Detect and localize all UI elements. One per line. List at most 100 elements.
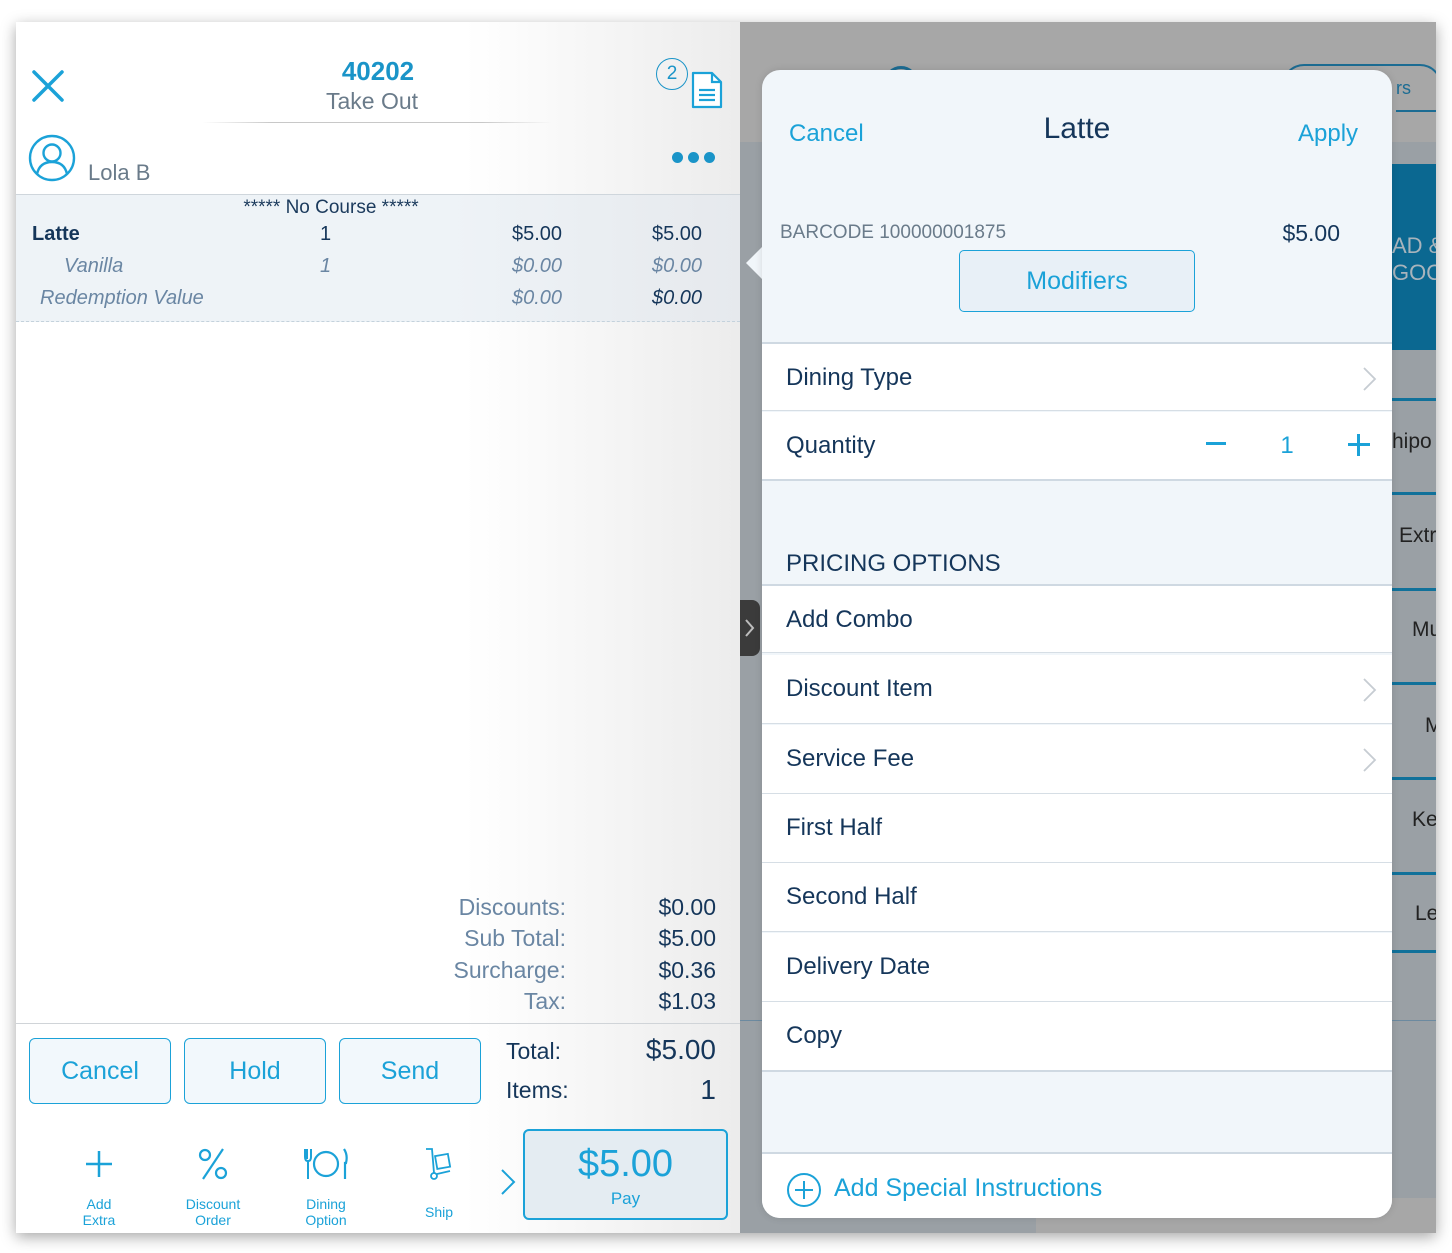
quantity-increment-button[interactable]: [1348, 434, 1370, 456]
quantity-decrement-button[interactable]: [1206, 442, 1226, 445]
menu-item-label: Extr: [1399, 524, 1436, 547]
menu-item-label: Ke: [1412, 808, 1436, 831]
chevron-right-icon: [501, 1169, 516, 1195]
redemption-row[interactable]: Redemption Value $0.00 $0.00: [16, 287, 740, 317]
total-value: $5.00: [645, 1034, 716, 1065]
dining-type-row[interactable]: Dining Type: [762, 342, 1392, 411]
menu-item-label: Mu: [1412, 618, 1436, 641]
summary-value: $0.36: [658, 957, 716, 983]
cart-icon: [426, 1148, 452, 1180]
close-button[interactable]: [30, 68, 66, 104]
modifiers-button[interactable]: Modifiers: [959, 250, 1195, 312]
items-count-label: Items:: [506, 1077, 569, 1103]
cancel-order-button[interactable]: Cancel: [29, 1038, 171, 1104]
header-divider: [202, 122, 552, 123]
summary-value: $1.03: [658, 988, 716, 1014]
receipt-count-badge: 2: [656, 58, 688, 90]
quantity-row: Quantity 1: [762, 412, 1392, 481]
order-panel: 40202 Take Out 2 Lola B ***** No Course …: [16, 22, 740, 1233]
pricing-option-first-half[interactable]: First Half: [762, 794, 1392, 863]
header-tab-label: rs: [1396, 78, 1411, 98]
percent-icon: [198, 1148, 228, 1180]
row-label: Delivery Date: [786, 953, 931, 980]
popover-cancel-button[interactable]: Cancel: [789, 120, 864, 148]
close-icon: [32, 70, 64, 102]
discount-order-button[interactable]: Discount Order: [158, 1140, 268, 1228]
item-qty: 1: [320, 223, 332, 245]
panel-toggle-handle[interactable]: [740, 600, 760, 656]
menu-item-divider: [1392, 872, 1436, 875]
pay-amount: $5.00: [577, 1143, 674, 1185]
item-total: $5.00: [652, 223, 703, 245]
pricing-option-add-combo[interactable]: Add Combo: [762, 584, 1392, 653]
pricing-option-service-fee[interactable]: Service Fee: [762, 725, 1392, 794]
receipts-button[interactable]: 2: [656, 58, 726, 112]
modifier-price: $0.00: [512, 255, 563, 277]
row-label: First Half: [786, 814, 882, 841]
item-price: $5.00: [512, 223, 563, 245]
customer-avatar-icon[interactable]: [28, 134, 76, 182]
pricing-option-discount-item[interactable]: Discount Item: [762, 655, 1392, 724]
menu-item-label: hipo: [1392, 430, 1432, 453]
send-button[interactable]: Send: [339, 1038, 481, 1104]
ellipsis-dot-icon: [672, 152, 683, 163]
pay-button[interactable]: $5.00 Pay: [523, 1129, 728, 1220]
summary-label: Sub Total:: [464, 925, 566, 951]
tool-label: Discount Order: [185, 1196, 241, 1228]
tool-label: Add Extra: [82, 1196, 116, 1228]
row-label: Dining Type: [786, 364, 913, 391]
menu-item-divider: [1392, 398, 1436, 401]
order-type: Take Out: [325, 88, 419, 114]
customer-name[interactable]: Lola B: [88, 160, 150, 186]
quantity-value: 1: [1280, 432, 1294, 459]
redemption-price: $0.00: [512, 287, 563, 309]
modifier-qty: 1: [320, 255, 332, 277]
device-frame: 40202 Take Out 2 Lola B ***** No Course …: [16, 22, 1436, 1233]
course-label: ***** No Course *****: [243, 197, 419, 218]
row-label: Add Combo: [786, 606, 913, 633]
chevron-right-icon: [1363, 367, 1377, 391]
header-tab-underline: [1396, 110, 1436, 112]
modifier-row[interactable]: Vanilla 1 $0.00 $0.00: [16, 255, 740, 285]
row-label: Quantity: [786, 432, 876, 459]
menu-item-divider: [1392, 950, 1436, 953]
order-item-row[interactable]: Latte 1 $5.00 $5.00: [16, 223, 740, 253]
pricing-option-copy[interactable]: Copy: [762, 1002, 1392, 1072]
item-name: Latte: [32, 223, 80, 245]
row-label: Service Fee: [786, 745, 915, 772]
item-price: $5.00: [1282, 220, 1340, 246]
pricing-option-second-half[interactable]: Second Half: [762, 863, 1392, 932]
add-circle-icon: [787, 1173, 821, 1207]
summary-label: Tax:: [523, 988, 566, 1014]
add-extra-button[interactable]: Add Extra: [44, 1140, 154, 1228]
pay-label: Pay: [610, 1189, 641, 1208]
menu-item-label: Le: [1415, 902, 1436, 925]
plus-icon: [86, 1151, 112, 1177]
summary-label: Discounts:: [458, 894, 566, 920]
ellipsis-dot-icon: [704, 152, 715, 163]
pricing-option-delivery-date[interactable]: Delivery Date: [762, 933, 1392, 1002]
tool-label: Dining Option: [305, 1196, 347, 1228]
summary-value: $5.00: [658, 925, 716, 951]
summary-label: Surcharge:: [453, 957, 566, 983]
row-label: Discount Item: [786, 675, 933, 702]
hold-button[interactable]: Hold: [184, 1038, 326, 1104]
dining-icon: [304, 1148, 348, 1179]
popover-apply-button[interactable]: Apply: [1298, 120, 1358, 148]
row-label: Second Half: [786, 883, 917, 910]
add-special-instructions-button[interactable]: Add Special Instructions: [762, 1152, 1392, 1218]
modifier-name: Vanilla: [64, 255, 124, 277]
popover-title: Latte: [1043, 112, 1111, 145]
dining-option-button[interactable]: Dining Option: [271, 1140, 381, 1228]
more-options-button[interactable]: [672, 150, 724, 170]
popover-arrow: [746, 246, 763, 280]
menu-item-divider: [1392, 682, 1436, 685]
tool-label: Ship: [424, 1204, 454, 1220]
ship-button[interactable]: Ship: [384, 1140, 494, 1220]
more-tools-button[interactable]: [498, 1167, 522, 1197]
modifier-total: $0.00: [652, 255, 703, 277]
menu-item-divider: [1392, 492, 1436, 495]
order-number: 40202: [341, 56, 415, 86]
item-edit-popover: Cancel Latte Apply BARCODE 100000001875 …: [762, 70, 1392, 1218]
row-label: Copy: [786, 1022, 843, 1049]
